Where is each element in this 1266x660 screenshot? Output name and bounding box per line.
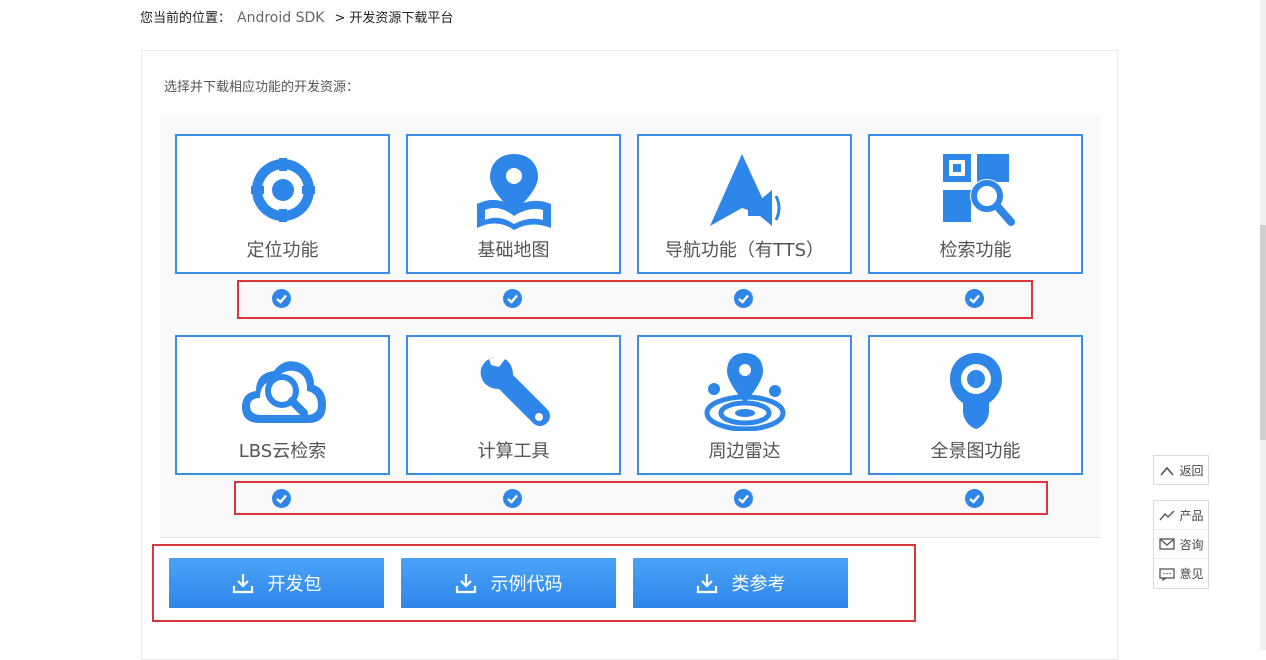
navigation-arrow-icon <box>639 150 850 230</box>
feature-tile-calc-tools[interactable]: 计算工具 <box>406 335 621 475</box>
breadcrumb-sdk-link[interactable]: Android SDK <box>237 10 324 26</box>
comment-icon <box>1159 567 1176 581</box>
feature-tile-panorama[interactable]: 全景图功能 <box>868 335 1083 475</box>
breadcrumb-separator: > <box>334 11 346 26</box>
panorama-pin-icon <box>870 351 1081 431</box>
feature-tile-location[interactable]: 定位功能 <box>175 134 390 274</box>
chevron-up-icon <box>1160 466 1175 476</box>
feature-label: 全景图功能 <box>930 441 1021 462</box>
feature-label: 基础地图 <box>477 240 550 261</box>
feedback-label: 意见 <box>1179 567 1204 581</box>
location-target-icon <box>177 150 388 230</box>
scrollbar-thumb[interactable] <box>1260 225 1266 440</box>
feature-label: 定位功能 <box>246 240 319 261</box>
feature-label: LBS云检索 <box>238 441 327 462</box>
map-pin-icon <box>408 150 619 230</box>
breadcrumb: 您当前的位置： Android SDK > 开发资源下载平台 <box>140 7 453 26</box>
feature-tile-search[interactable]: 检索功能 <box>868 134 1083 274</box>
consult-button[interactable]: 咨询 <box>1154 530 1208 559</box>
wrench-icon <box>408 351 619 431</box>
feature-tile-lbs-cloud[interactable]: LBS云检索 <box>175 335 390 475</box>
highlight-box-downloads <box>152 544 916 622</box>
side-feedback-panel: 产品 咨询 意见 <box>1153 500 1209 589</box>
cloud-search-icon <box>177 351 388 431</box>
radar-icon <box>639 351 850 431</box>
mail-icon <box>1159 538 1176 550</box>
feature-label: 周边雷达 <box>708 441 781 462</box>
back-label: 返回 <box>1179 464 1204 478</box>
feature-tile-basemap[interactable]: 基础地图 <box>406 134 621 274</box>
side-back-panel: 返回 <box>1153 455 1209 485</box>
breadcrumb-current: 开发资源下载平台 <box>349 11 454 26</box>
feature-label: 计算工具 <box>477 441 550 462</box>
product-label: 产品 <box>1179 508 1204 523</box>
highlight-box-row2 <box>234 481 1048 515</box>
feature-label: 导航功能（有TTS） <box>664 240 825 261</box>
feature-label: 检索功能 <box>939 240 1012 261</box>
feature-tile-navigation[interactable]: 导航功能（有TTS） <box>637 134 852 274</box>
highlight-box-row1 <box>237 280 1033 319</box>
breadcrumb-prefix: 您当前的位置： <box>140 11 232 26</box>
trend-icon <box>1159 510 1175 521</box>
product-button[interactable]: 产品 <box>1154 501 1208 530</box>
search-grid-icon <box>870 150 1081 230</box>
feature-tile-radar[interactable]: 周边雷达 <box>637 335 852 475</box>
intro-text: 选择并下载相应功能的开发资源： <box>164 80 360 95</box>
feedback-button[interactable]: 意见 <box>1154 559 1208 588</box>
consult-label: 咨询 <box>1179 537 1204 552</box>
back-to-top-button[interactable]: 返回 <box>1154 456 1208 485</box>
